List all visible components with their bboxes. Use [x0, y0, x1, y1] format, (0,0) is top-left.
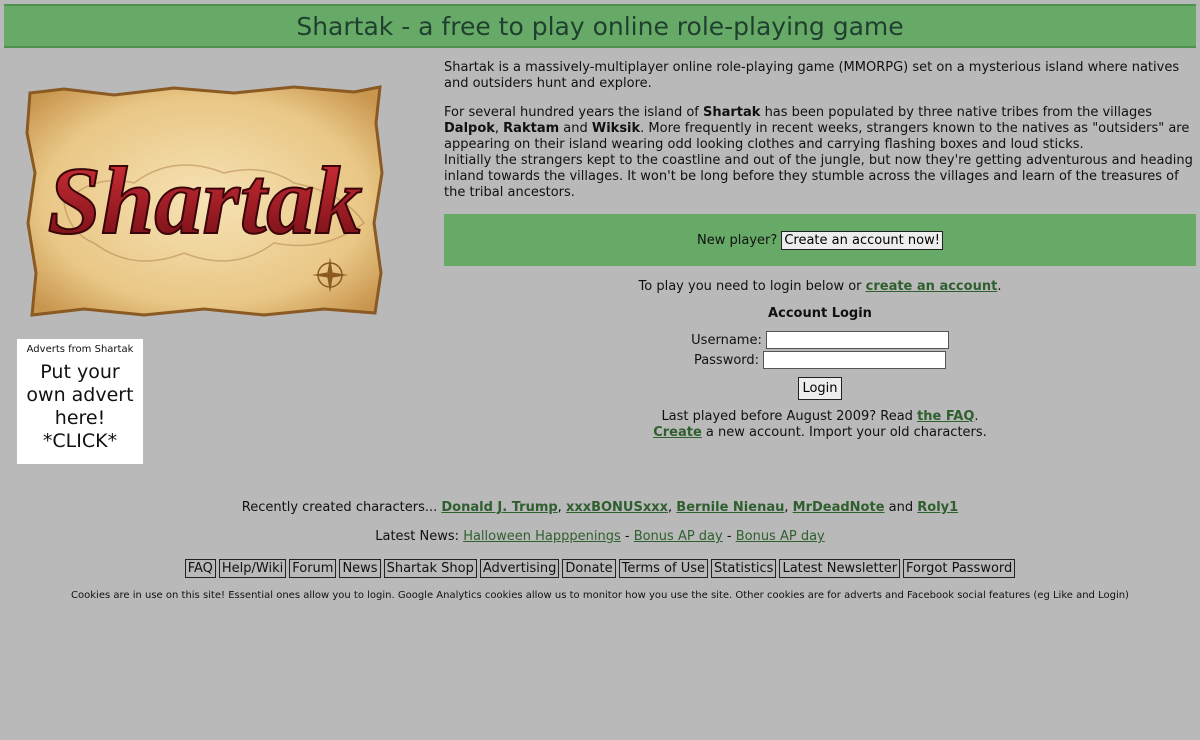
create-account-link[interactable]: create an account	[866, 279, 998, 294]
nav-news[interactable]: News	[339, 559, 381, 578]
create-link[interactable]: Create	[653, 425, 702, 440]
text: .	[997, 279, 1002, 294]
text: and	[884, 500, 918, 515]
text-wiksik: Wiksik	[591, 121, 641, 136]
cookie-notice: Cookies are in use on this site! Essenti…	[71, 590, 1129, 601]
intro-paragraph-1: Shartak is a massively-multiplayer onlin…	[444, 60, 1180, 91]
page-header: Shartak - a free to play online role-pla…	[4, 4, 1196, 48]
text-shartak: Shartak	[703, 105, 761, 120]
latest-news: Latest News: Halloween Happpenings - Bon…	[0, 529, 1200, 544]
nav-faq[interactable]: FAQ	[184, 559, 216, 578]
recent-characters: Recently created characters... Donald J.…	[0, 500, 1200, 515]
advert-text[interactable]: Put your own advert here! *CLICK*	[17, 361, 143, 453]
password-row: Password:	[444, 351, 1196, 369]
text: For several hundred years the island of	[444, 105, 703, 120]
news-link[interactable]: Bonus AP day	[634, 529, 723, 544]
character-link[interactable]: MrDeadNote	[793, 500, 885, 515]
text-dalpok: Dalpok	[444, 121, 495, 136]
recent-label: Recently created characters...	[241, 500, 442, 515]
news-link[interactable]: Bonus AP day	[736, 529, 825, 544]
nav-advertising[interactable]: Advertising	[479, 559, 560, 578]
advert-box[interactable]: Adverts from Shartak Put your own advert…	[17, 339, 143, 464]
text-raktam: Raktam	[503, 121, 560, 136]
username-row: Username:	[444, 331, 1196, 349]
nav-help-wiki[interactable]: Help/Wiki	[218, 559, 287, 578]
nav-terms[interactable]: Terms of Use	[618, 559, 709, 578]
text: ,	[494, 121, 504, 136]
text: has been populated by three native tribe…	[760, 105, 1152, 120]
login-section: To play you need to login below or creat…	[444, 279, 1196, 441]
text: Last played before August 2009? Read	[661, 409, 918, 424]
password-label: Password:	[693, 352, 760, 368]
text: Initially the strangers kept to the coas…	[444, 153, 1193, 200]
text: ,	[784, 500, 793, 515]
username-input[interactable]	[765, 331, 949, 349]
faq-note: Last played before August 2009? Read the…	[444, 409, 1196, 441]
new-player-banner: New player? Create an account now!	[444, 214, 1196, 266]
text: .	[974, 409, 979, 424]
nav-forum[interactable]: Forum	[289, 559, 337, 578]
advert-label: Adverts from Shartak	[26, 344, 134, 355]
character-link[interactable]: Roly1	[917, 500, 958, 515]
text: To play you need to login below or	[638, 279, 866, 294]
page-title: Shartak - a free to play online role-pla…	[296, 11, 904, 41]
character-link[interactable]: Bernile Nienau	[676, 500, 784, 515]
nav-donate[interactable]: Donate	[562, 559, 616, 578]
advert-line: Put your	[40, 361, 120, 383]
nav-shop[interactable]: Shartak Shop	[383, 559, 477, 578]
create-account-button[interactable]: Create an account now!	[781, 230, 943, 250]
character-link[interactable]: Donald J. Trump	[441, 500, 557, 515]
advert-line: *CLICK*	[42, 430, 118, 452]
username-label: Username:	[691, 332, 762, 348]
nav-forgot-password[interactable]: Forgot Password	[903, 559, 1016, 578]
footer-nav: FAQ Help/Wiki Forum News Shartak Shop Ad…	[0, 559, 1200, 578]
text: and	[559, 121, 592, 136]
text: a new account. Import your old character…	[701, 425, 987, 440]
advert-line: here!	[54, 407, 106, 429]
news-link[interactable]: Halloween Happpenings	[463, 529, 621, 544]
intro-text: Shartak is a massively-multiplayer onlin…	[444, 60, 1196, 214]
password-input[interactable]	[763, 351, 947, 369]
text: ,	[557, 500, 566, 515]
nav-statistics[interactable]: Statistics	[711, 559, 777, 578]
intro-paragraph-2: For several hundred years the island of …	[444, 105, 1196, 201]
text: -	[620, 529, 634, 544]
nav-newsletter[interactable]: Latest Newsletter	[779, 559, 901, 578]
news-label: Latest News:	[375, 529, 464, 544]
character-link[interactable]: xxxBONUSxxx	[566, 500, 668, 515]
advert-line: own advert	[26, 384, 134, 406]
login-intro: To play you need to login below or creat…	[444, 279, 1196, 294]
new-player-label: New player?	[697, 232, 778, 248]
login-button[interactable]: Login	[798, 377, 842, 400]
shartak-logo[interactable]: Shartak	[24, 83, 386, 319]
faq-link[interactable]: the FAQ	[917, 409, 974, 424]
logo-text: Shartak	[48, 147, 363, 254]
text: -	[722, 529, 736, 544]
login-heading: Account Login	[768, 306, 872, 321]
